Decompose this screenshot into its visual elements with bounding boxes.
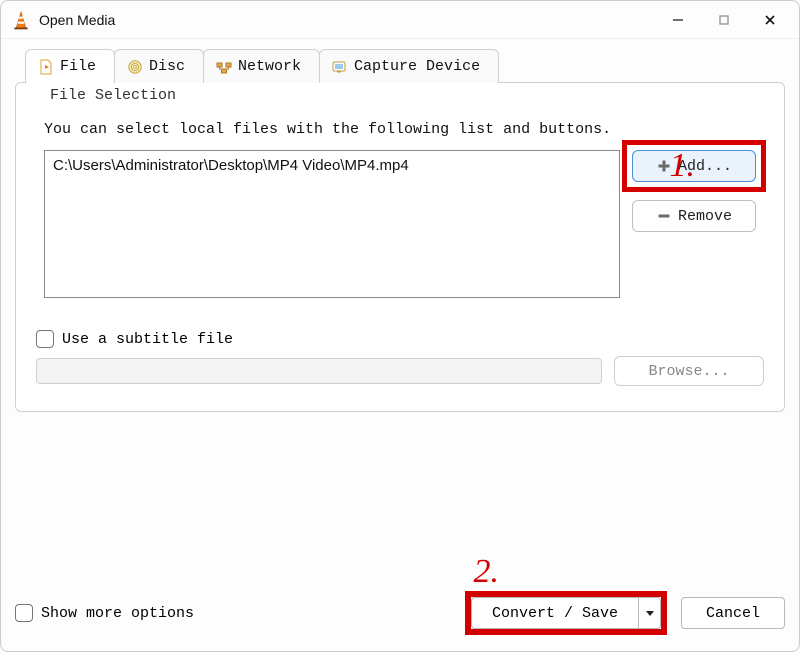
tab-file[interactable]: File <box>25 49 115 83</box>
file-selection-group: File Selection You can select local file… <box>32 97 768 312</box>
add-button-label: Add... <box>678 158 732 175</box>
cancel-button[interactable]: Cancel <box>681 597 785 629</box>
tab-file-label: File <box>60 58 96 75</box>
chevron-down-icon <box>645 608 655 618</box>
tab-capture[interactable]: Capture Device <box>319 49 499 83</box>
browse-subtitle-button[interactable]: Browse... <box>614 356 764 386</box>
subtitle-checkbox-label: Use a subtitle file <box>62 331 233 348</box>
file-selection-legend: File Selection <box>44 87 182 104</box>
plus-icon <box>656 158 672 174</box>
file-list-item[interactable]: C:\Users\Administrator\Desktop\MP4 Video… <box>53 157 611 174</box>
file-panel: File Selection You can select local file… <box>15 82 785 412</box>
tab-network[interactable]: Network <box>203 49 320 83</box>
tab-disc-label: Disc <box>149 58 185 75</box>
maximize-icon <box>718 14 730 26</box>
tabs: File Disc Network Capture Device <box>25 49 785 83</box>
add-button[interactable]: Add... <box>632 150 756 182</box>
subtitle-path-field <box>36 358 602 384</box>
subtitle-row: Use a subtitle file <box>36 330 768 348</box>
disc-icon <box>127 59 143 75</box>
convert-save-label: Convert / Save <box>472 598 638 628</box>
subtitle-checkbox[interactable] <box>36 330 54 348</box>
remove-button-label: Remove <box>678 208 732 225</box>
convert-save-button[interactable]: Convert / Save <box>471 597 661 629</box>
close-icon <box>764 14 776 26</box>
close-button[interactable] <box>747 5 793 35</box>
convert-save-dropdown[interactable] <box>638 598 660 628</box>
maximize-button[interactable] <box>701 5 747 35</box>
capture-icon <box>332 59 348 75</box>
show-more-checkbox[interactable] <box>15 604 33 622</box>
network-icon <box>216 59 232 75</box>
minimize-button[interactable] <box>655 5 701 35</box>
vlc-cone-icon <box>11 10 31 30</box>
annotation-label-2: 2. <box>474 553 500 591</box>
file-icon <box>38 59 54 75</box>
open-media-window: Open Media File Disc <box>0 0 800 652</box>
file-list[interactable]: C:\Users\Administrator\Desktop\MP4 Video… <box>44 150 620 298</box>
show-more-label: Show more options <box>41 605 194 622</box>
window-title: Open Media <box>39 12 115 28</box>
titlebar: Open Media <box>1 1 799 39</box>
tab-network-label: Network <box>238 58 301 75</box>
cancel-button-label: Cancel <box>706 605 760 622</box>
tab-disc[interactable]: Disc <box>114 49 204 83</box>
file-selection-help: You can select local files with the foll… <box>44 121 756 138</box>
tab-capture-label: Capture Device <box>354 58 480 75</box>
minimize-icon <box>672 14 684 26</box>
remove-button[interactable]: Remove <box>632 200 756 232</box>
footer: Show more options Convert / Save Cancel <box>15 591 785 635</box>
minus-icon <box>656 208 672 224</box>
browse-button-label: Browse... <box>648 363 729 380</box>
